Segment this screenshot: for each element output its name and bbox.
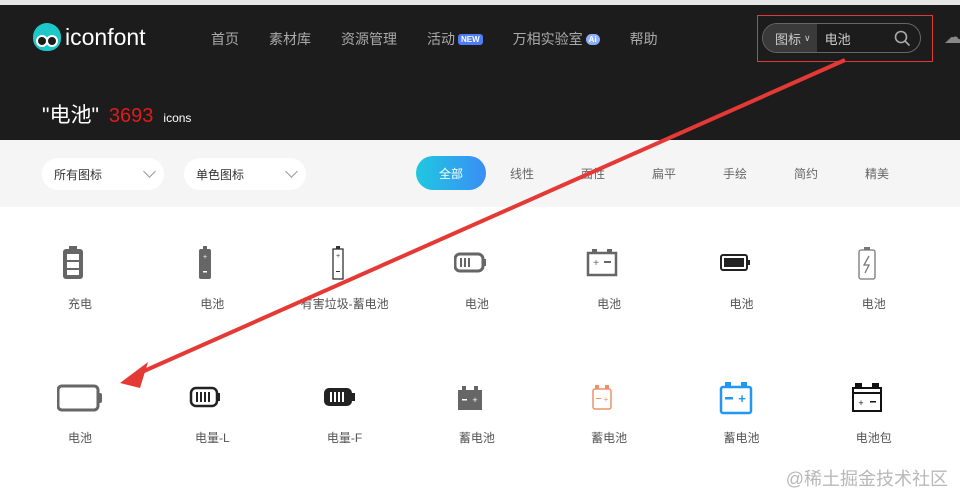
icon-card[interactable]: + 蓄电池 — [676, 379, 808, 446]
nav-label: 资源管理 — [341, 31, 397, 47]
nav-label: 首页 — [211, 31, 239, 47]
icon-label: 电池 — [861, 297, 886, 311]
icon-card[interactable]: 电池 — [676, 245, 808, 312]
ai-badge: Ai — [585, 33, 600, 45]
icon-card[interactable]: 电量-F — [279, 379, 411, 446]
icon-card[interactable]: + 蓄电池 — [543, 379, 675, 446]
chevron-down-icon — [285, 165, 298, 178]
color-select[interactable]: 单色图标 — [184, 158, 306, 190]
filter-bar: 所有图标 单色图标 全部 线性 面性 扁平 手绘 简约 精美 — [0, 140, 960, 207]
nav-library[interactable]: 素材库 — [269, 29, 311, 49]
icon-card[interactable]: 电池 — [411, 245, 543, 312]
icon-label: 有害垃圾-蓄电池 — [300, 297, 389, 311]
battery-icon — [453, 252, 486, 273]
icon-label: 电池 — [67, 431, 92, 445]
icon-label: 充电 — [67, 297, 92, 311]
icon-card[interactable]: 电池 — [808, 245, 940, 312]
scope-label: 所有图标 — [54, 167, 103, 182]
search-bar: 图标 ∨ — [762, 23, 921, 53]
icon-label: 电池 — [464, 297, 489, 311]
nav-label: 帮助 — [629, 31, 658, 47]
battery-icon — [858, 247, 876, 280]
icon-card[interactable]: 电量-L — [146, 379, 278, 446]
nav-help[interactable]: 帮助 — [630, 29, 658, 49]
tab-1[interactable]: 线性 — [487, 156, 557, 190]
watermark: @稀土掘金技术社区 — [785, 469, 948, 489]
search-icon[interactable] — [894, 30, 911, 47]
search-type-label: 图标 — [775, 31, 802, 47]
result-count: 3693 — [108, 105, 154, 127]
nav-label: 活动 — [427, 31, 455, 47]
icon-card[interactable]: 充电 — [14, 245, 146, 312]
battery-icon — [719, 254, 750, 271]
battery-icon: + — [592, 385, 612, 410]
search-highlight-box: 图标 ∨ — [757, 15, 933, 62]
icon-label: 蓄电池 — [723, 431, 760, 445]
header: iconfont 首页 素材库 资源管理 活动 NEW 万相实验室 Ai 帮助 图标… — [0, 5, 960, 140]
battery-icon: + — [331, 246, 344, 280]
svg-text:+: + — [336, 253, 340, 260]
nav-home[interactable]: 首页 — [211, 29, 239, 49]
icon-label: 电量-L — [194, 431, 230, 445]
style-tabs: 全部 线性 面性 扁平 手绘 简约 精美 — [416, 156, 913, 190]
results-title: "电池" 3693 icons — [42, 99, 191, 129]
query-text: "电池" — [42, 104, 99, 127]
tab-2[interactable]: 面性 — [558, 156, 628, 190]
upload-cloud-icon[interactable]: ☁ — [944, 27, 960, 48]
color-label: 单色图标 — [196, 167, 245, 182]
main-nav: 首页 素材库 资源管理 活动 NEW 万相实验室 Ai 帮助 — [211, 29, 688, 49]
icon-card[interactable]: + 电池 — [146, 245, 278, 312]
icon-label: 电池包 — [855, 431, 892, 445]
tab-3[interactable]: 扁平 — [629, 156, 699, 190]
battery-icon — [63, 246, 83, 279]
battery-icon — [57, 384, 102, 412]
new-badge: NEW — [458, 33, 483, 45]
chevron-down-icon — [143, 165, 156, 178]
battery-icon: + — [199, 246, 212, 279]
icon-label: 电池 — [729, 297, 754, 311]
nav-label: 万相实验室 — [512, 31, 583, 47]
svg-text:+: + — [203, 254, 207, 261]
nav-resources[interactable]: 资源管理 — [341, 29, 397, 49]
nav-lab[interactable]: 万相实验室 Ai — [513, 29, 600, 49]
logo-icon — [33, 23, 61, 51]
svg-text:+: + — [858, 398, 863, 408]
nav-activity[interactable]: 活动 NEW — [427, 29, 483, 49]
icon-label: 电池 — [200, 297, 225, 311]
logo[interactable]: iconfont — [33, 23, 146, 51]
icon-card[interactable]: + 蓄电池 — [411, 379, 543, 446]
tab-0[interactable]: 全部 — [416, 156, 486, 190]
tab-6[interactable]: 精美 — [842, 156, 912, 190]
result-unit: icons — [163, 111, 192, 125]
svg-text:+: + — [593, 258, 599, 269]
icon-card[interactable]: + 电池包 — [808, 379, 940, 446]
tab-5[interactable]: 简约 — [771, 156, 841, 190]
icon-card[interactable]: 电池 — [14, 379, 146, 446]
battery-icon: + — [719, 382, 752, 415]
svg-text:+: + — [738, 391, 746, 406]
icon-card[interactable]: + 有害垃圾-蓄电池 — [279, 245, 411, 312]
battery-icon: + — [457, 386, 482, 410]
search-type-select[interactable]: 图标 ∨ — [763, 24, 817, 52]
icon-label: 蓄电池 — [458, 431, 495, 445]
battery-icon — [323, 388, 355, 406]
svg-text:+: + — [604, 395, 609, 404]
scope-select[interactable]: 所有图标 — [42, 158, 164, 190]
icon-label: 蓄电池 — [591, 431, 628, 445]
nav-label: 素材库 — [269, 31, 311, 47]
battery-icon — [190, 386, 221, 408]
icon-label: 电量-F — [326, 431, 363, 445]
chevron-down-icon: ∨ — [804, 32, 811, 43]
icon-label: 电池 — [597, 297, 622, 311]
search-input[interactable] — [824, 30, 895, 46]
logo-text: iconfont — [65, 23, 146, 50]
icon-card[interactable]: + 电池 — [543, 245, 675, 312]
battery-icon: + — [851, 383, 882, 412]
tab-4[interactable]: 手绘 — [700, 156, 770, 190]
svg-text:+: + — [472, 395, 477, 405]
battery-icon: + — [586, 249, 618, 277]
